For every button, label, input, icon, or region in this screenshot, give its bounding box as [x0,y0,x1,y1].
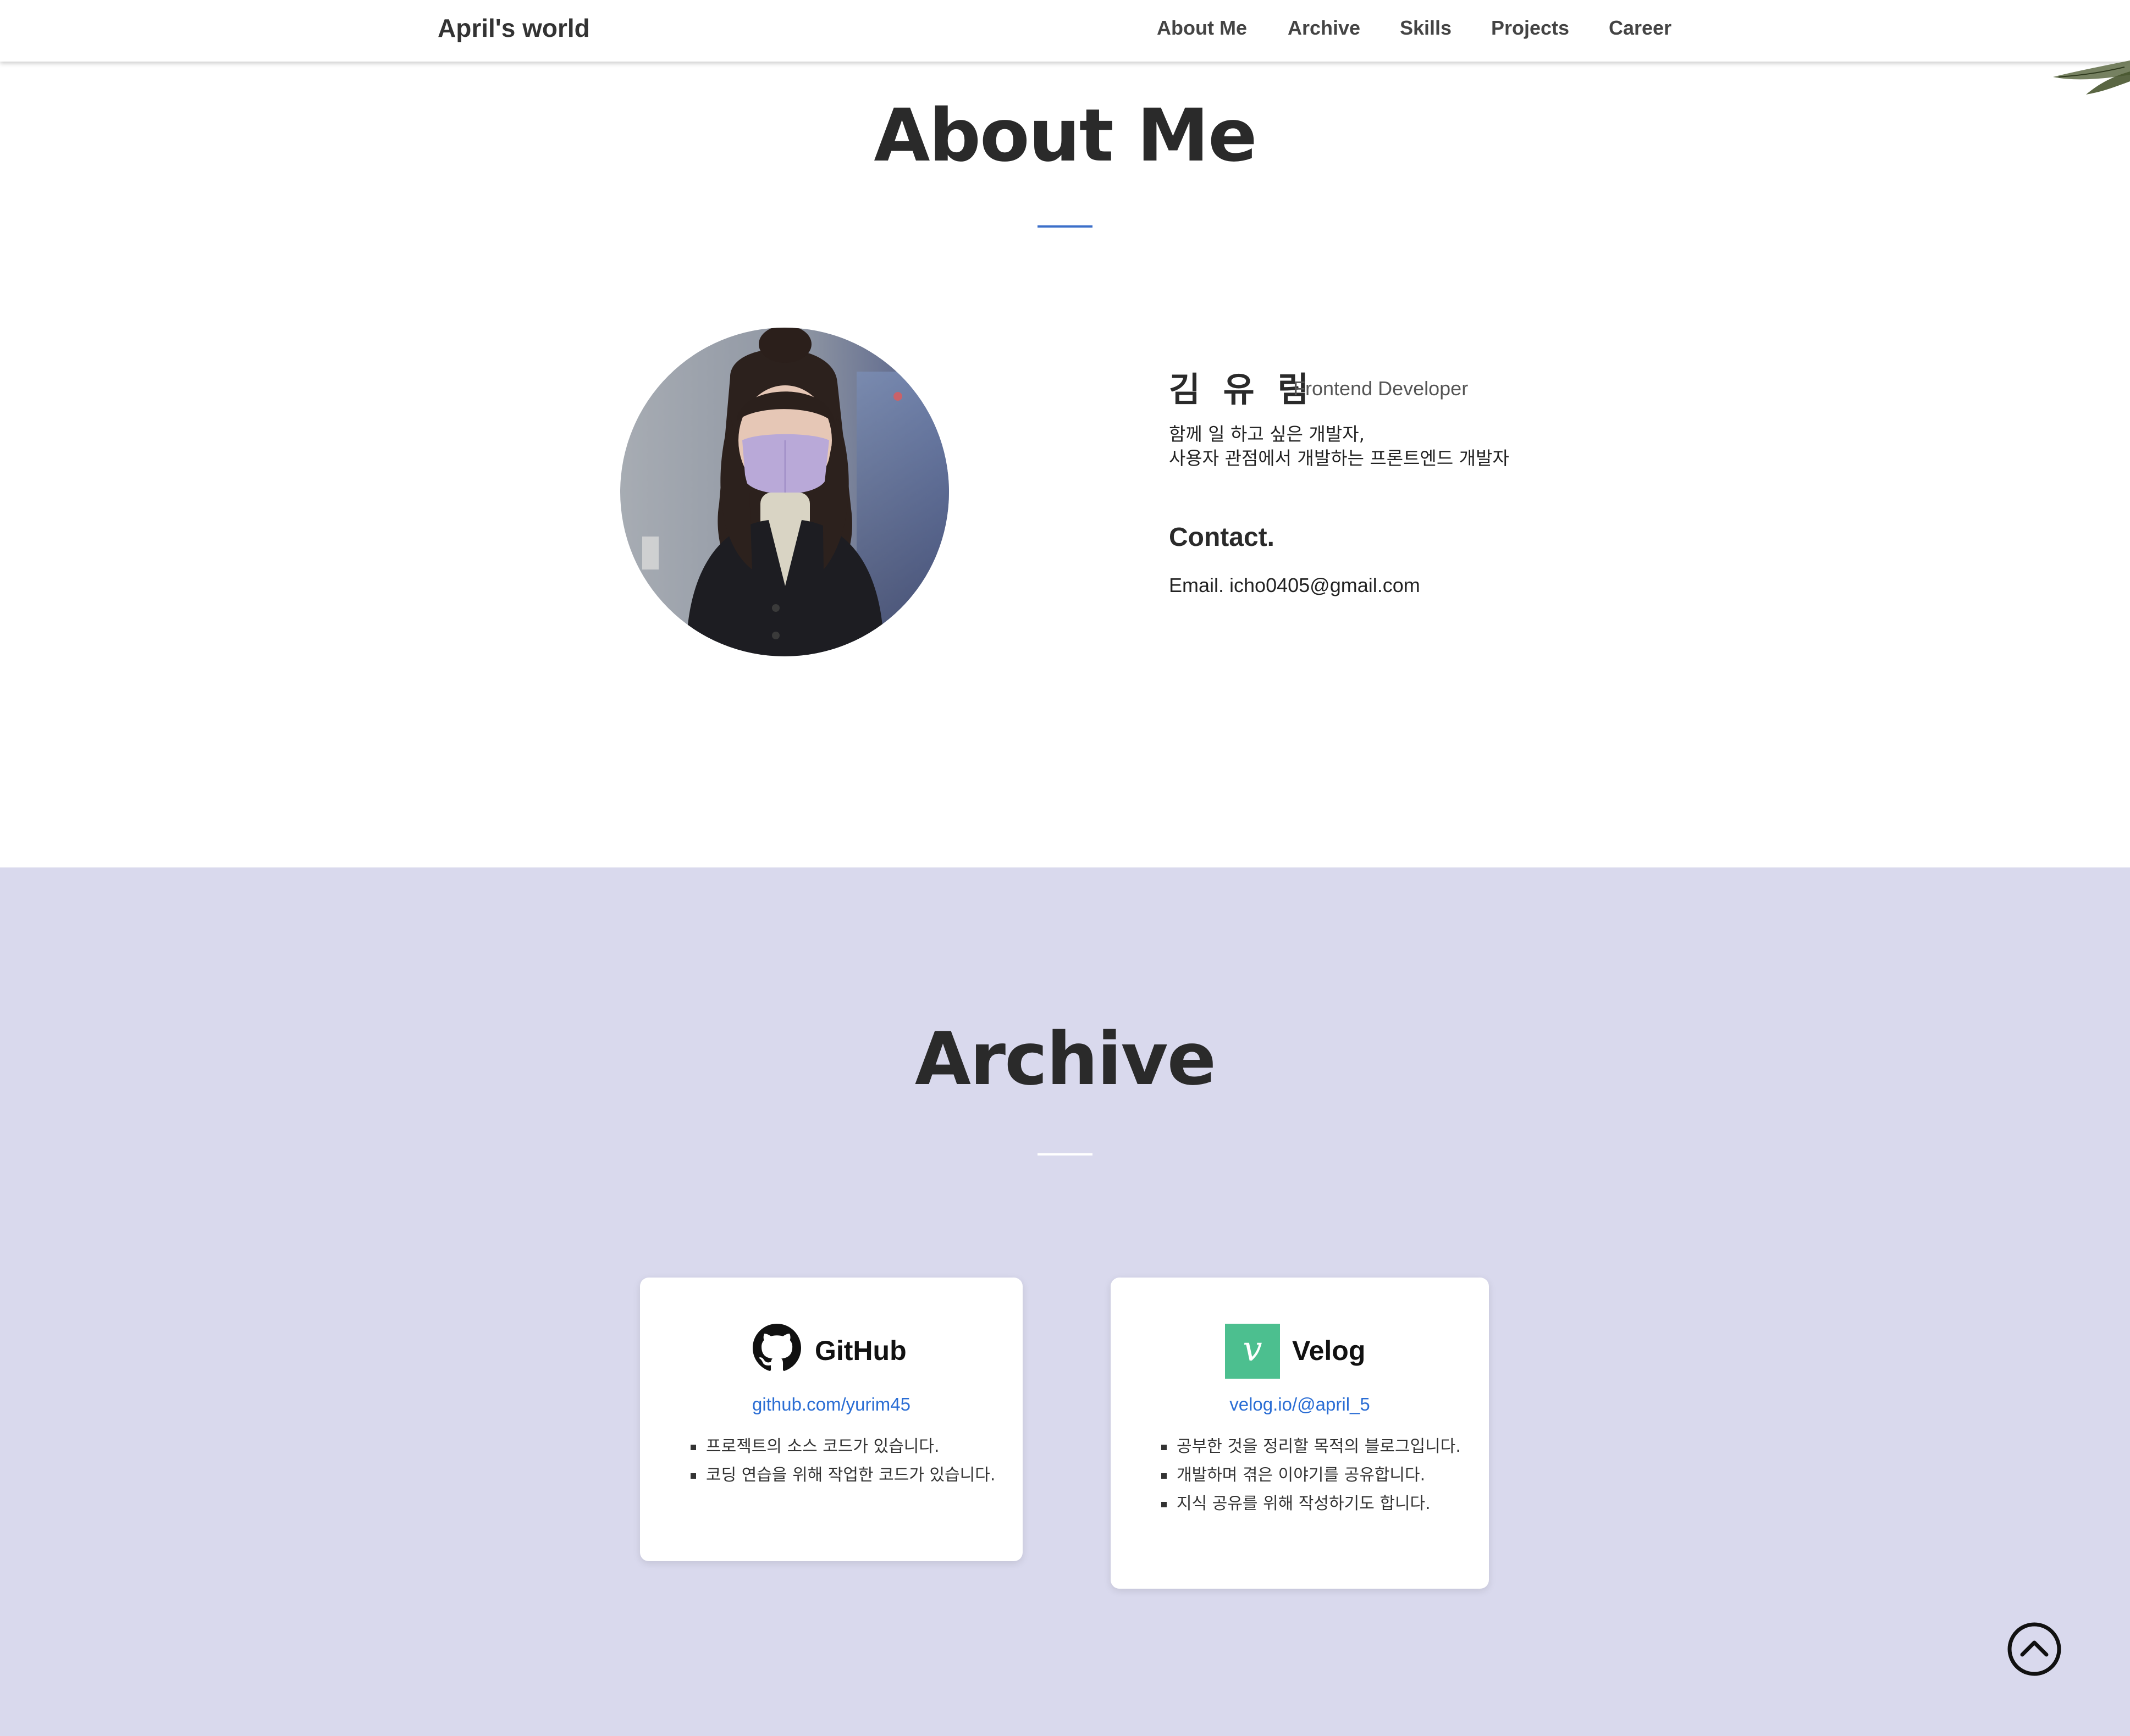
scroll-to-top-button[interactable] [2007,1622,2062,1677]
github-link[interactable]: github.com/yurim45 [640,1394,1023,1415]
profile-photo [620,328,949,656]
nav-projects[interactable]: Projects [1491,16,1569,40]
velog-card-header: v Velog [1111,1324,1489,1379]
archive-title-underline [1038,1153,1092,1156]
github-card-title: GitHub [815,1335,907,1366]
contact-title: Contact. [1169,523,1274,552]
chevron-up-circle-icon [2007,1622,2061,1676]
velog-link[interactable]: velog.io/@april_5 [1111,1394,1489,1415]
profile-desc-line-2: 사용자 관점에서 개발하는 프론트엔드 개발자 [1169,447,1509,469]
nav-skills[interactable]: Skills [1400,16,1452,40]
about-section: About Me 김 유 림 Frontend Developer 함께 일 하… [0,62,2130,867]
profile-description: 함께 일 하고 싶은 개발자, 사용자 관점에서 개발하는 프론트엔드 개발자 [1169,422,1509,471]
profile-name: 김 유 림 [1169,369,1315,410]
velog-card-title: Velog [1292,1335,1366,1366]
profile-role: Frontend Developer [1293,377,1469,400]
nav-archive[interactable]: Archive [1288,16,1360,40]
velog-logo-icon: v [1225,1324,1280,1379]
github-card-header: GitHub [640,1324,1023,1379]
profile-desc-line-1: 함께 일 하고 싶은 개발자, [1169,423,1365,445]
navbar: April's world About Me Archive Skills Pr… [0,0,2130,62]
archive-title: Archive [914,1017,1216,1102]
list-item: 지식 공유를 위해 작성하기도 합니다. [1161,1490,1461,1518]
list-item: 공부한 것을 정리할 목적의 블로그입니다. [1161,1433,1461,1461]
github-description-list: 프로젝트의 소스 코드가 있습니다. 코딩 연습을 위해 작업한 코드가 있습니… [691,1433,995,1490]
about-title-underline [1038,225,1092,228]
archive-section: Archive GitHub github.com/yurim45 프로젝트의 … [0,867,2130,1736]
brand-logo[interactable]: April's world [438,13,590,43]
velog-description-list: 공부한 것을 정리할 목적의 블로그입니다. 개발하며 겪은 이야기를 공유합니… [1161,1433,1461,1518]
list-item: 코딩 연습을 위해 작업한 코드가 있습니다. [691,1461,995,1490]
about-title: About Me [874,93,1257,178]
velog-card[interactable]: v Velog velog.io/@april_5 공부한 것을 정리할 목적의… [1111,1278,1489,1589]
leaf-decoration [2053,60,2130,95]
contact-email: Email. icho0405@gmail.com [1169,574,1420,596]
nav-about-me[interactable]: About Me [1157,16,1247,40]
nav-career[interactable]: Career [1609,16,1671,40]
github-icon [753,1324,801,1371]
list-item: 개발하며 겪은 이야기를 공유합니다. [1161,1461,1461,1490]
list-item: 프로젝트의 소스 코드가 있습니다. [691,1433,995,1461]
github-card[interactable]: GitHub github.com/yurim45 프로젝트의 소스 코드가 있… [640,1278,1023,1561]
